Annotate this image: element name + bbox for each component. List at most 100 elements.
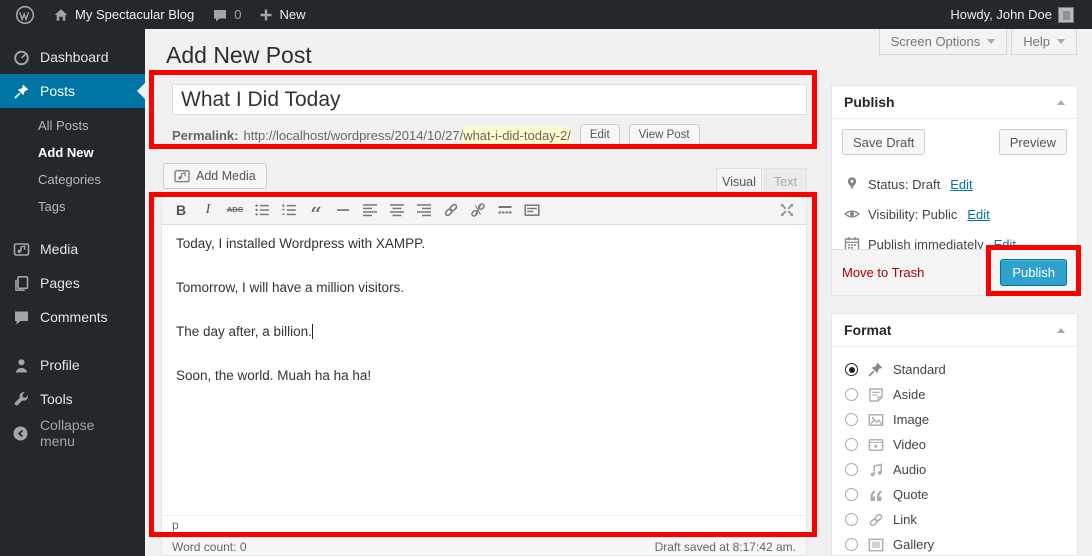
draft-saved-text: Draft saved at 8:17:42 am. — [655, 540, 796, 554]
comments-icon — [12, 309, 30, 326]
view-post-button[interactable]: View Post — [629, 124, 700, 147]
radio-button[interactable] — [845, 513, 858, 526]
sidebar-item-categories[interactable]: Categories — [0, 166, 145, 193]
format-option-gallery[interactable]: Gallery — [845, 532, 1077, 556]
format-option-link[interactable]: Link — [845, 507, 1077, 532]
sidebar-item-pages[interactable]: Pages — [0, 266, 145, 300]
sidebar-item-posts[interactable]: Posts — [0, 74, 145, 108]
remove-link-button[interactable] — [465, 198, 491, 222]
toolbar-toggle-button[interactable] — [519, 198, 545, 222]
publish-panel-header[interactable]: Publish — [832, 86, 1077, 119]
add-media-button[interactable]: Add Media — [163, 163, 267, 189]
horizontal-rule-button[interactable] — [330, 198, 356, 222]
move-to-trash-link[interactable]: Move to Trash — [842, 265, 924, 280]
align-left-button[interactable] — [357, 198, 383, 222]
visibility-edit-link[interactable]: Edit — [967, 207, 989, 222]
publish-panel-footer: Move to Trash Publish — [832, 249, 1077, 295]
sidebar-label: Dashboard — [40, 49, 109, 65]
sidebar-item-add-new[interactable]: Add New — [0, 139, 145, 166]
radio-button[interactable] — [845, 538, 858, 551]
bulleted-list-button[interactable] — [249, 198, 275, 222]
sidebar-item-profile[interactable]: Profile — [0, 348, 145, 382]
format-option-quote[interactable]: Quote — [845, 482, 1077, 507]
publish-button[interactable]: Publish — [1000, 259, 1067, 286]
sidebar-label: Comments — [40, 309, 108, 325]
tab-visual[interactable]: Visual — [716, 168, 762, 195]
sidebar-label: Media — [40, 241, 78, 257]
blockquote-button[interactable]: “ — [303, 198, 329, 222]
format-option-video[interactable]: Video — [845, 432, 1077, 457]
align-center-button[interactable] — [384, 198, 410, 222]
radio-button[interactable] — [845, 463, 858, 476]
dashboard-gauge-icon — [12, 49, 30, 66]
gallery-icon — [867, 537, 884, 553]
wrench-icon — [12, 391, 30, 408]
add-media-icon — [174, 168, 190, 184]
editor-paragraph: Today, I installed Wordpress with XAMPP. — [176, 236, 792, 251]
more-tag-button[interactable] — [492, 198, 518, 222]
sidebar-item-all-posts[interactable]: All Posts — [0, 112, 145, 139]
radio-button[interactable] — [845, 388, 858, 401]
format-option-standard[interactable]: Standard — [845, 357, 1077, 382]
publish-panel: Publish Save Draft Preview Status: Draft… — [831, 85, 1078, 296]
align-right-icon — [416, 202, 432, 218]
sidebar-item-tags[interactable]: Tags — [0, 193, 145, 220]
editor-content[interactable]: Today, I installed Wordpress with XAMPP.… — [162, 225, 806, 515]
status-pin-icon — [844, 176, 860, 192]
site-link[interactable]: My Spectacular Blog — [47, 0, 200, 29]
editor-toolbar: B I ABC “ — [162, 195, 806, 225]
collapse-toggle-icon[interactable] — [1057, 100, 1065, 105]
format-panel-title: Format — [844, 322, 891, 338]
sidebar-item-tools[interactable]: Tools — [0, 382, 145, 416]
numbered-list-button[interactable] — [276, 198, 302, 222]
aside-icon — [867, 387, 884, 403]
collapse-toggle-icon[interactable] — [1057, 328, 1065, 333]
comments-bubble[interactable]: 0 — [206, 0, 247, 29]
tab-text[interactable]: Text — [764, 168, 807, 195]
bold-button[interactable]: B — [168, 198, 194, 222]
format-panel-header[interactable]: Format — [832, 314, 1077, 347]
strikethrough-button[interactable]: ABC — [222, 198, 248, 222]
insert-link-button[interactable] — [438, 198, 464, 222]
radio-button[interactable] — [845, 363, 858, 376]
permalink-label: Permalink: — [172, 128, 238, 143]
media-icon — [12, 241, 30, 258]
radio-button[interactable] — [845, 413, 858, 426]
editor-paragraph: Soon, the world. Muah ha ha ha! — [176, 368, 792, 383]
screen-meta-links: Screen Options Help — [879, 29, 1077, 55]
status-row: Status: Draft Edit — [844, 169, 1065, 199]
new-label: New — [279, 7, 305, 22]
publish-actions: Save Draft Preview — [832, 119, 1077, 165]
format-option-audio[interactable]: Audio — [845, 457, 1077, 482]
sidebar-item-collapse-menu[interactable]: Collapse menu — [0, 416, 145, 450]
link-chain-icon — [443, 202, 459, 218]
screen-options-button[interactable]: Screen Options — [879, 29, 1008, 55]
help-button[interactable]: Help — [1011, 29, 1077, 55]
fullscreen-button[interactable] — [774, 198, 800, 222]
format-option-aside[interactable]: Aside — [845, 382, 1077, 407]
plus-icon — [259, 8, 273, 22]
sidebar-item-media[interactable]: Media — [0, 232, 145, 266]
post-title-input[interactable] — [172, 84, 807, 115]
wordpress-logo-icon[interactable] — [9, 0, 41, 29]
permalink-edit-button[interactable]: Edit — [580, 124, 620, 147]
howdy-account-menu[interactable]: Howdy, John Doe — [944, 0, 1080, 29]
radio-button[interactable] — [845, 438, 858, 451]
pages-icon — [12, 275, 30, 292]
radio-button[interactable] — [845, 488, 858, 501]
sidebar-item-dashboard[interactable]: Dashboard — [0, 40, 145, 74]
screen-options-label: Screen Options — [891, 34, 981, 49]
format-label: Image — [893, 412, 929, 427]
new-content-menu[interactable]: New — [253, 0, 311, 29]
kitchen-sink-icon — [524, 202, 540, 218]
admin-bar: My Spectacular Blog 0 New Howdy, John Do… — [0, 0, 1092, 29]
sidebar-label: Tools — [40, 391, 73, 407]
sidebar-item-comments[interactable]: Comments — [0, 300, 145, 334]
format-label: Audio — [893, 462, 926, 477]
align-right-button[interactable] — [411, 198, 437, 222]
format-option-image[interactable]: Image — [845, 407, 1077, 432]
preview-button[interactable]: Preview — [999, 129, 1067, 155]
save-draft-button[interactable]: Save Draft — [842, 129, 925, 155]
italic-button[interactable]: I — [195, 198, 221, 222]
status-edit-link[interactable]: Edit — [950, 177, 972, 192]
